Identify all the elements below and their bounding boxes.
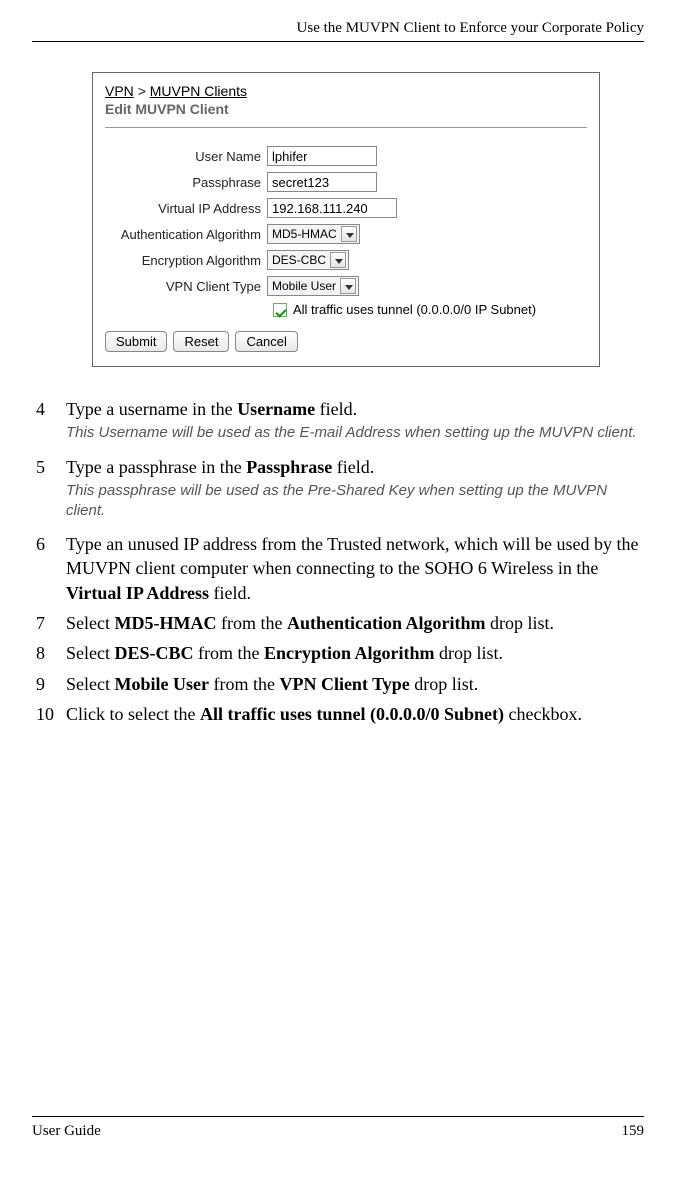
step: 8Select DES-CBC from the Encryption Algo… — [36, 641, 640, 665]
page-header: Use the MUVPN Client to Enforce your Cor… — [32, 20, 644, 42]
chevron-down-icon — [341, 226, 357, 242]
submit-button[interactable]: Submit — [105, 331, 167, 352]
footer-left: User Guide — [32, 1123, 101, 1140]
all-traffic-label: All traffic uses tunnel (0.0.0.0/0 IP Su… — [293, 302, 536, 317]
page-footer: User Guide 159 — [32, 1116, 644, 1140]
step-note: This passphrase will be used as the Pre-… — [66, 481, 640, 520]
step-number: 6 — [36, 532, 66, 605]
step: 10Click to select the All traffic uses t… — [36, 702, 640, 726]
step-number: 5 — [36, 455, 66, 526]
footer-right: 159 — [622, 1123, 645, 1140]
config-screenshot: VPN > MUVPN Clients Edit MUVPN Client Us… — [92, 72, 600, 367]
auth-value: MD5-HMAC — [272, 227, 337, 241]
step: 9Select Mobile User from the VPN Client … — [36, 672, 640, 696]
ctype-value: Mobile User — [272, 279, 336, 293]
panel-title: Edit MUVPN Client — [105, 101, 587, 117]
enc-value: DES-CBC — [272, 253, 326, 267]
username-input[interactable] — [267, 146, 377, 166]
step-note: This Username will be used as the E-mail… — [66, 423, 640, 443]
auth-label: Authentication Algorithm — [105, 227, 267, 242]
cancel-button[interactable]: Cancel — [235, 331, 297, 352]
step-number: 4 — [36, 397, 66, 449]
header-title: Use the MUVPN Client to Enforce your Cor… — [297, 20, 644, 36]
step-number: 8 — [36, 641, 66, 665]
vip-label: Virtual IP Address — [105, 201, 267, 216]
step-body: Select MD5-HMAC from the Authentication … — [66, 611, 640, 635]
breadcrumb-leaf[interactable]: MUVPN Clients — [150, 83, 247, 99]
breadcrumb: VPN > MUVPN Clients — [105, 83, 587, 99]
step: 7Select MD5-HMAC from the Authentication… — [36, 611, 640, 635]
passphrase-input[interactable] — [267, 172, 377, 192]
step-number: 9 — [36, 672, 66, 696]
ctype-label: VPN Client Type — [105, 279, 267, 294]
step-body: Type a passphrase in the Passphrase fiel… — [66, 455, 640, 526]
step-number: 7 — [36, 611, 66, 635]
username-label: User Name — [105, 149, 267, 164]
breadcrumb-root[interactable]: VPN — [105, 83, 134, 99]
step-body: Select Mobile User from the VPN Client T… — [66, 672, 640, 696]
all-traffic-checkbox[interactable] — [273, 303, 287, 317]
divider — [105, 127, 587, 128]
instruction-list: 4Type a username in the Username field.T… — [32, 397, 644, 726]
passphrase-label: Passphrase — [105, 175, 267, 190]
step: 6Type an unused IP address from the Trus… — [36, 532, 640, 605]
step: 5Type a passphrase in the Passphrase fie… — [36, 455, 640, 526]
breadcrumb-sep: > — [138, 83, 146, 99]
enc-select[interactable]: DES-CBC — [267, 250, 349, 270]
step-number: 10 — [36, 702, 66, 726]
vip-input[interactable] — [267, 198, 397, 218]
step-body: Type a username in the Username field.Th… — [66, 397, 640, 449]
chevron-down-icon — [330, 252, 346, 268]
reset-button[interactable]: Reset — [173, 331, 229, 352]
step: 4Type a username in the Username field.T… — [36, 397, 640, 449]
chevron-down-icon — [340, 278, 356, 294]
step-body: Type an unused IP address from the Trust… — [66, 532, 640, 605]
enc-label: Encryption Algorithm — [105, 253, 267, 268]
ctype-select[interactable]: Mobile User — [267, 276, 359, 296]
step-body: Click to select the All traffic uses tun… — [66, 702, 640, 726]
step-body: Select DES-CBC from the Encryption Algor… — [66, 641, 640, 665]
auth-select[interactable]: MD5-HMAC — [267, 224, 360, 244]
